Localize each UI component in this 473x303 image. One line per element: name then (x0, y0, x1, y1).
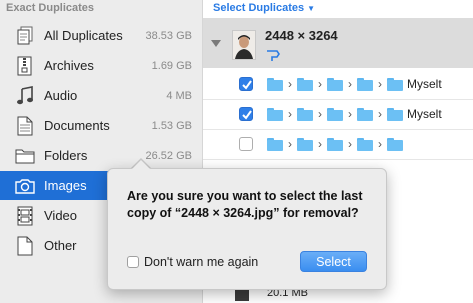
path-chevron: › (348, 107, 352, 121)
folder-icon (387, 107, 403, 121)
music-note-icon (14, 85, 36, 107)
folder-icon (327, 77, 343, 91)
select-button[interactable]: Select (300, 251, 367, 272)
archive-icon (14, 55, 36, 77)
sidebar-item-size: 26.52 GB (145, 149, 192, 162)
blank-file-icon (14, 235, 36, 257)
folder-icon (267, 107, 283, 121)
path-chevron: › (288, 77, 292, 91)
file-path: › › › › Myselt (267, 107, 442, 121)
dont-warn-label: Don't warn me again (144, 255, 259, 269)
path-chevron: › (318, 77, 322, 91)
sidebar-item-audio[interactable]: Audio 4 MB (0, 81, 202, 110)
confirm-popover: Are you sure you want to select the last… (107, 168, 387, 290)
folder-icon (327, 137, 343, 151)
sidebar-item-label: Documents (44, 118, 110, 133)
folder-icon (267, 77, 283, 91)
sidebar-header: Exact Duplicates (6, 2, 95, 14)
row-checkbox[interactable] (239, 77, 253, 91)
file-path: › › › › (267, 137, 407, 151)
folder-icon (267, 137, 283, 151)
row-checkbox[interactable] (239, 137, 253, 151)
folder-icon (14, 145, 36, 167)
folder-icon (357, 77, 373, 91)
path-chevron: › (378, 77, 382, 91)
film-icon (14, 205, 36, 227)
disclosure-triangle-icon[interactable] (211, 40, 221, 47)
path-chevron: › (318, 137, 322, 151)
path-chevron: › (348, 77, 352, 91)
path-chevron: › (378, 107, 382, 121)
sidebar-item-size: 38.53 GB (145, 29, 192, 42)
folder-icon (297, 77, 313, 91)
sidebar-item-label: Audio (44, 88, 78, 103)
path-chevron: › (318, 107, 322, 121)
file-row[interactable]: › › › › Myselt (203, 70, 473, 100)
folder-icon (327, 107, 343, 121)
path-chevron: › (288, 107, 292, 121)
popover-arrow-inner (131, 160, 151, 170)
pin-icon (266, 49, 280, 67)
folder-icon (387, 137, 403, 151)
image-thumbnail (232, 30, 256, 60)
path-chevron: › (348, 137, 352, 151)
duplicate-group-row[interactable]: 2448 × 3264 (203, 18, 473, 68)
document-icon (14, 115, 36, 137)
path-chevron: › (378, 137, 382, 151)
folder-icon (357, 137, 373, 151)
folder-icon (297, 107, 313, 121)
path-segment: Myselt (407, 107, 442, 121)
documents-stack-icon (14, 25, 36, 47)
checkbox-box[interactable] (127, 256, 139, 268)
row-checkbox[interactable] (239, 107, 253, 121)
dont-warn-checkbox[interactable]: Don't warn me again (127, 255, 258, 269)
sidebar-item-folders[interactable]: Folders 26.52 GB (0, 141, 202, 170)
sidebar-item-label: Archives (44, 58, 94, 73)
select-duplicates-menu[interactable]: Select Duplicates ▼ (213, 2, 315, 14)
folder-icon (357, 107, 373, 121)
sidebar-item-documents[interactable]: Documents 1.53 GB (0, 111, 202, 140)
group-title: 2448 × 3264 (265, 28, 338, 43)
path-segment: Myselt (407, 77, 442, 91)
file-path: › › › › Myselt (267, 77, 442, 91)
folder-icon (297, 137, 313, 151)
chevron-down-icon: ▼ (307, 4, 316, 13)
path-chevron: › (288, 137, 292, 151)
confirm-message: Are you sure you want to select the last… (127, 189, 363, 220)
camera-icon (14, 175, 36, 197)
sidebar-item-size: 1.69 GB (151, 59, 192, 72)
sidebar-item-label: All Duplicates (44, 28, 123, 43)
select-duplicates-label: Select Duplicates (213, 2, 305, 14)
file-row[interactable]: › › › › (203, 130, 473, 160)
sidebar-item-size: 1.53 GB (151, 119, 192, 132)
folder-icon (387, 77, 403, 91)
sidebar-item-archives[interactable]: Archives 1.69 GB (0, 51, 202, 80)
file-row[interactable]: › › › › Myselt (203, 100, 473, 130)
sidebar-item-size: 4 MB (166, 89, 192, 102)
sidebar-item-all-duplicates[interactable]: All Duplicates 38.53 GB (0, 21, 202, 50)
